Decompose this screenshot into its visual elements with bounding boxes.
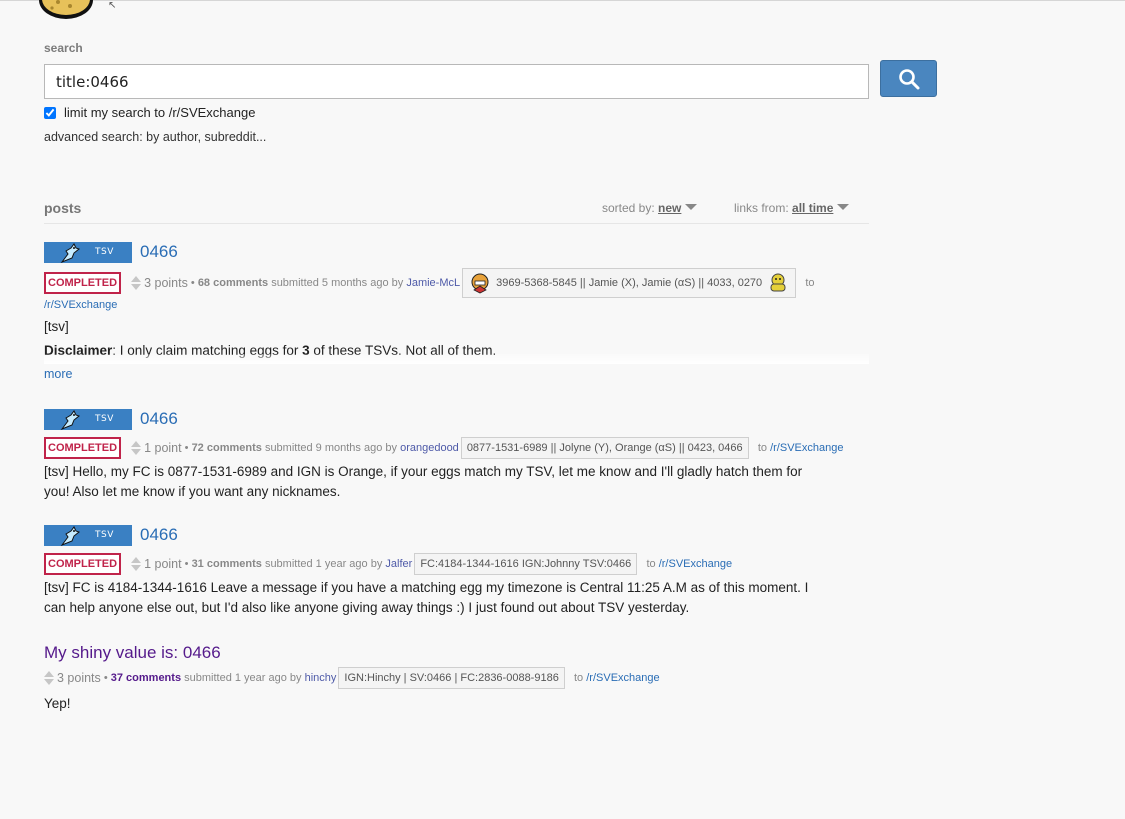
post-points: 3 points: [57, 671, 101, 685]
post-body: [tsv] Hello, my FC is 0877-1531-6989 and…: [44, 464, 803, 499]
posts-header: posts sorted by: new links from: all tim…: [44, 198, 869, 224]
sort-value[interactable]: new: [658, 201, 681, 215]
sort-dropdown[interactable]: sorted by: new: [602, 201, 698, 215]
pokemon-trainer-icon: [471, 273, 489, 294]
post-points: 3 points: [144, 276, 188, 290]
vote-arrows-icon[interactable]: [44, 671, 54, 685]
comments-link[interactable]: 68 comments: [198, 277, 268, 289]
pokemon-sprite-icon: [60, 410, 81, 431]
post-points: 1 point: [144, 441, 182, 455]
user-flair: 0877-1531-6989 || Jolyne (Y), Orange (αS…: [460, 437, 749, 459]
expando-fade: [44, 354, 869, 364]
search-result: TSV 0466 COMPLETED 1 point • 72 comments…: [44, 409, 869, 502]
post-meta: COMPLETED 1 point • 31 comments submitte…: [44, 551, 869, 577]
chevron-down-icon: [837, 204, 850, 210]
links-from-value[interactable]: all time: [792, 201, 833, 215]
post-title-link[interactable]: 0466: [140, 525, 178, 545]
limit-search-row: limit my search to /r/SVExchange: [44, 105, 255, 120]
post-title-link[interactable]: 0466: [140, 409, 178, 429]
tsv-flair-badge: TSV: [44, 525, 132, 547]
subreddit-link[interactable]: /r/SVExchange: [44, 299, 117, 311]
post-body-line: [tsv]: [44, 319, 69, 334]
posts-title: posts: [44, 200, 82, 216]
pokemon-sprite-icon: [60, 526, 81, 547]
completed-badge: COMPLETED: [44, 272, 122, 294]
post-meta: 3 points • 37 comments submitted 1 year …: [44, 665, 869, 691]
submitted-text: submitted 5 months ago by: [271, 277, 404, 289]
pokemon-sprite-icon: [60, 243, 81, 264]
post-title-link[interactable]: My shiny value is: 0466: [44, 643, 869, 663]
author-link[interactable]: hinchy: [305, 672, 337, 684]
user-flair: 3969-5368-5845 || Jamie (X), Jamie (αS) …: [462, 268, 797, 298]
sort-label: sorted by:: [602, 201, 655, 215]
post-meta: COMPLETED 3 points • 68 comments submitt…: [44, 268, 869, 298]
search-label: search: [44, 41, 83, 55]
post-body: Yep!: [44, 696, 71, 711]
chevron-down-icon: [685, 204, 698, 210]
to-text: to: [757, 442, 768, 454]
submitted-text: submitted 1 year ago by: [264, 558, 383, 570]
limit-search-checkbox[interactable]: [44, 106, 56, 119]
search-button[interactable]: [880, 60, 937, 97]
tsv-flair-text: TSV: [95, 247, 114, 257]
submitted-text: submitted 1 year ago by: [184, 672, 302, 684]
limit-search-label[interactable]: limit my search to /r/SVExchange: [64, 105, 255, 120]
user-flair: FC:4184-1344-1616 IGN:Johnny TSV:0466: [414, 553, 638, 575]
search-icon: [898, 68, 919, 89]
completed-badge: COMPLETED: [44, 437, 122, 459]
cursor-icon: ↖: [108, 0, 117, 11]
subreddit-link[interactable]: /r/SVExchange: [659, 558, 732, 570]
links-from-dropdown[interactable]: links from: all time: [734, 201, 850, 215]
post-title-link[interactable]: 0466: [140, 242, 178, 262]
comments-link[interactable]: 31 comments: [192, 558, 262, 570]
post-points: 1 point: [144, 557, 182, 571]
post-meta: COMPLETED 1 point • 72 comments submitte…: [44, 435, 869, 461]
search-result: TSV 0466 COMPLETED 3 points • 68 comment…: [44, 242, 869, 381]
search-result: My shiny value is: 0466 3 points • 37 co…: [44, 643, 869, 714]
author-link[interactable]: orangedood: [400, 442, 459, 454]
advanced-search-link[interactable]: advanced search: by author, subreddit...: [44, 130, 266, 144]
author-link[interactable]: Jalfer: [385, 558, 412, 570]
post-body: [tsv] FC is 4184-1344-1616 Leave a messa…: [44, 580, 809, 615]
vote-arrows-icon[interactable]: [131, 441, 142, 455]
to-text: to: [805, 277, 815, 289]
completed-badge: COMPLETED: [44, 553, 122, 575]
user-flair: IGN:Hinchy | SV:0466 | FC:2836-0088-9186: [338, 667, 565, 689]
submitted-text: submitted 9 months ago by: [264, 442, 398, 454]
more-link[interactable]: more: [44, 367, 869, 381]
site-logo-icon[interactable]: [36, 0, 96, 20]
to-text: to: [646, 558, 656, 570]
to-text: to: [574, 672, 584, 684]
search-input[interactable]: [44, 64, 869, 99]
comments-link[interactable]: 37 comments: [111, 672, 181, 684]
user-flair-text: 3969-5368-5845 || Jamie (X), Jamie (αS) …: [496, 277, 763, 289]
vote-arrows-icon[interactable]: [131, 557, 142, 571]
subreddit-link[interactable]: /r/SVExchange: [770, 442, 843, 454]
search-result: TSV 0466 COMPLETED 1 point • 31 comments…: [44, 525, 869, 618]
vote-arrows-icon[interactable]: [131, 276, 142, 290]
comments-link[interactable]: 72 comments: [192, 442, 262, 454]
subreddit-link[interactable]: /r/SVExchange: [586, 672, 659, 684]
links-from-label: links from:: [734, 201, 789, 215]
tsv-flair-badge: TSV: [44, 242, 132, 264]
tsv-flair-badge: TSV: [44, 409, 132, 431]
tsv-flair-text: TSV: [95, 414, 114, 424]
author-link[interactable]: Jamie-McL: [406, 277, 460, 289]
top-border: [0, 0, 1125, 1]
tsv-flair-text: TSV: [95, 530, 114, 540]
pokemon-mascot-icon: [770, 273, 786, 292]
